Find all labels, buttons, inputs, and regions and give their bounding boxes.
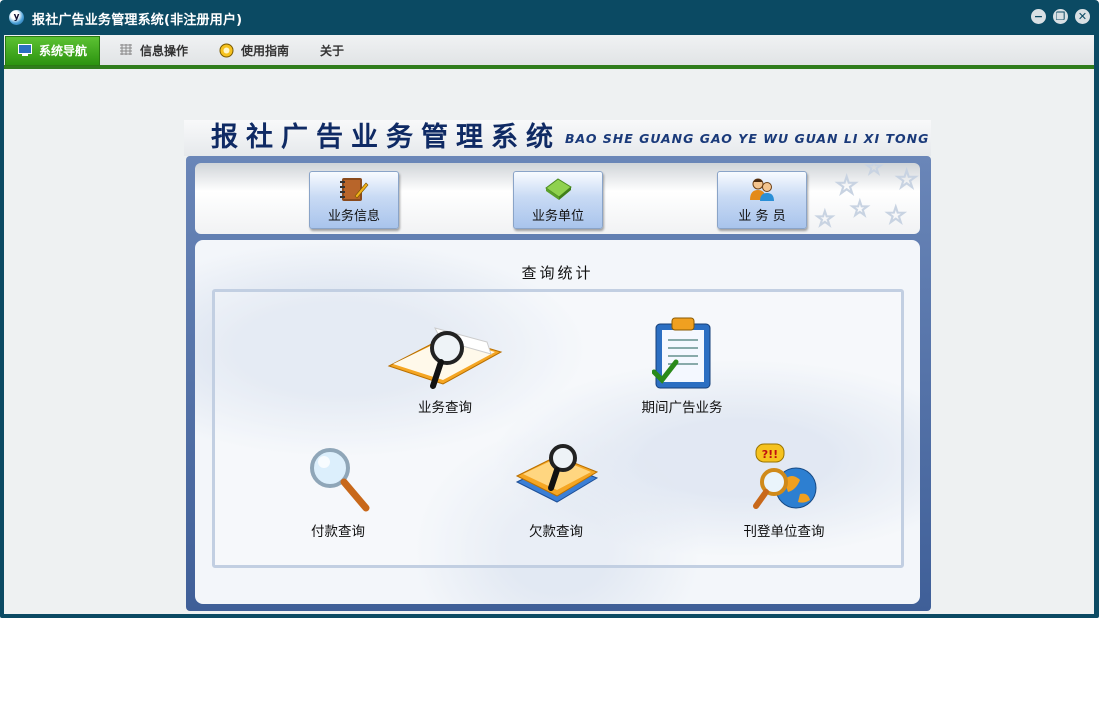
guide-icon xyxy=(219,43,234,58)
grid-icon xyxy=(120,44,132,55)
salesperson-button[interactable]: 业 务 员 xyxy=(717,171,807,229)
query-section-title: 查询统计 xyxy=(521,264,594,282)
period-ad-business-item[interactable]: 期间广告业务 xyxy=(632,316,732,416)
restore-icon[interactable]: ❐ xyxy=(1053,9,1068,24)
menu-item-info-ops[interactable]: 信息操作 xyxy=(119,40,188,62)
star-decoration: ☆ xyxy=(884,200,907,229)
close-icon[interactable]: ✕ xyxy=(1075,9,1090,24)
query-item-label: 刊登单位查询 xyxy=(743,524,825,540)
minimize-icon[interactable]: − xyxy=(1031,9,1046,24)
query-item-label: 期间广告业务 xyxy=(641,400,723,416)
star-decoration: ☆ xyxy=(894,164,919,195)
monitor-icon xyxy=(18,44,32,56)
clipboard-check-icon xyxy=(652,317,711,389)
query-item-label: 欠款查询 xyxy=(529,524,583,540)
users-icon xyxy=(750,178,774,201)
app-logo-icon: y xyxy=(9,10,24,25)
publisher-unit-query-item[interactable]: ?!! 刊登单位查询 xyxy=(736,442,832,540)
menu-bar: 系统导航 信息操作 使用指南 关于 xyxy=(4,35,1094,69)
menu-item-label: 使用指南 xyxy=(241,44,290,58)
menu-item-label: 关于 xyxy=(320,44,345,58)
debt-query-item[interactable]: 欠款查询 xyxy=(510,442,602,540)
banner-subtitle: BAO SHE GUANG GAO YE WU GUAN LI XI TONG xyxy=(565,131,930,146)
star-decoration: ☆ xyxy=(864,163,883,180)
globe-magnifier-icon: ?!! xyxy=(753,443,817,509)
star-decoration: ☆ xyxy=(814,206,835,232)
business-info-button[interactable]: 业务信息 xyxy=(309,171,399,229)
system-banner: 报社广告业务管理系统 BAO SHE GUANG GAO YE WU GUAN … xyxy=(184,120,931,156)
magnifier-icon xyxy=(310,448,370,512)
query-item-label: 业务查询 xyxy=(418,400,472,416)
nav-button-label: 业 务 员 xyxy=(738,209,786,224)
books-magnifier-icon xyxy=(515,444,599,503)
query-item-label: 付款查询 xyxy=(311,524,365,540)
menu-item-system-nav[interactable]: 系统导航 xyxy=(5,36,101,66)
menu-item-about[interactable]: 关于 xyxy=(320,40,344,62)
nav-button-label: 业务信息 xyxy=(327,209,380,224)
window-title: 报社广告业务管理系统(非注册用户) xyxy=(32,13,243,28)
svg-text:?!!: ?!! xyxy=(762,448,778,461)
business-unit-button[interactable]: 业务单位 xyxy=(513,171,603,229)
menu-item-label: 信息操作 xyxy=(140,44,189,58)
book-magnifier-icon xyxy=(387,327,503,389)
title-bar[interactable]: y 报社广告业务管理系统(非注册用户) − ❐ ✕ xyxy=(0,0,1099,35)
notebook-icon xyxy=(340,178,369,201)
nav-button-label: 业务单位 xyxy=(531,209,584,224)
star-decoration: ☆ xyxy=(849,196,870,222)
payment-query-item[interactable]: 付款查询 xyxy=(298,444,378,540)
menu-item-label: 系统导航 xyxy=(39,44,88,58)
business-query-item[interactable]: 业务查询 xyxy=(386,322,504,416)
diamond-icon xyxy=(545,178,572,200)
menu-item-guide[interactable]: 使用指南 xyxy=(219,40,289,62)
banner-title: 报社广告业务管理系统 xyxy=(211,122,561,153)
